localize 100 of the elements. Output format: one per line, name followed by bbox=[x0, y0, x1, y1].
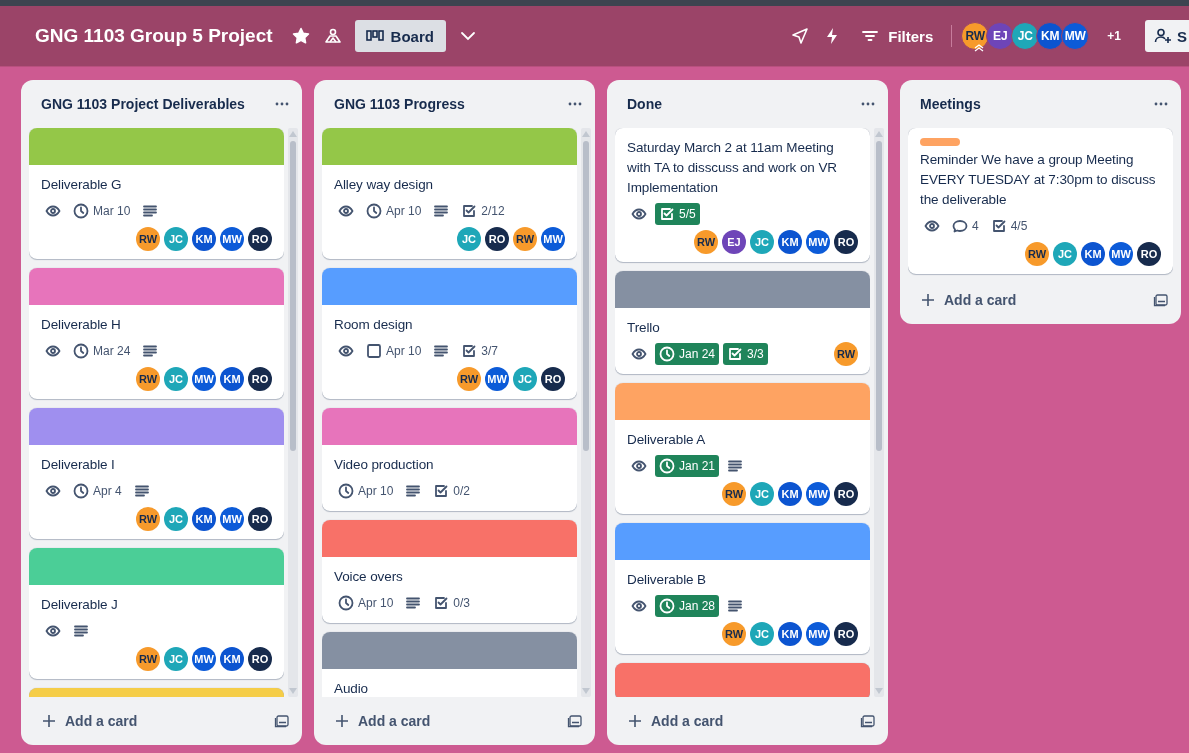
add-card-button[interactable]: Add a card bbox=[330, 709, 435, 733]
card[interactable]: Deliverable J RW JC MW KM RO bbox=[29, 548, 284, 679]
member-avatar[interactable]: RO bbox=[248, 647, 272, 671]
description-icon bbox=[405, 595, 422, 611]
member-avatar[interactable]: RO bbox=[248, 227, 272, 251]
member-avatar[interactable]: RO bbox=[248, 367, 272, 391]
list-title[interactable]: Done bbox=[627, 96, 662, 112]
add-card-button[interactable]: Add a card bbox=[37, 709, 142, 733]
plus-icon bbox=[334, 713, 350, 729]
card[interactable]: Trello Jan 24 3/3 RW bbox=[615, 271, 870, 374]
member-avatar[interactable]: KM bbox=[778, 622, 802, 646]
eye-icon bbox=[45, 623, 61, 639]
member-avatar[interactable]: RO bbox=[485, 227, 509, 251]
due-date-badge: Apr 10 bbox=[334, 480, 398, 502]
paper-plane-icon[interactable] bbox=[790, 26, 811, 46]
card-template-icon[interactable] bbox=[1153, 292, 1169, 308]
member-avatar[interactable]: MW bbox=[485, 367, 509, 391]
member-avatar[interactable]: RW bbox=[136, 227, 160, 251]
eye-icon bbox=[45, 483, 61, 499]
member-avatar[interactable]: MW bbox=[220, 227, 244, 251]
card[interactable]: Saturday March 2 at 11am Meeting with TA to disscuss and work on VR Implementation 5/5 RW EJ JC KM MW RO bbox=[615, 128, 870, 262]
member-avatar[interactable]: MW bbox=[806, 230, 830, 254]
card-title: Deliverable A bbox=[627, 431, 707, 449]
card-template-icon[interactable] bbox=[274, 713, 290, 729]
member-avatar[interactable]: KM bbox=[1036, 22, 1065, 50]
member-avatar[interactable]: RW bbox=[513, 227, 537, 251]
member-avatar[interactable]: MW bbox=[541, 227, 565, 251]
filters-button[interactable]: Filters bbox=[854, 22, 940, 50]
member-avatar[interactable]: KM bbox=[778, 482, 802, 506]
member-avatar[interactable]: RW bbox=[1025, 242, 1049, 266]
member-avatar[interactable]: RO bbox=[248, 507, 272, 531]
member-avatar[interactable]: KM bbox=[778, 230, 802, 254]
member-avatar[interactable]: MW bbox=[806, 622, 830, 646]
member-avatar[interactable]: KM bbox=[192, 507, 216, 531]
eye-icon bbox=[631, 206, 647, 222]
card[interactable]: Deliverable G Mar 10 RW JC KM MW RO bbox=[29, 128, 284, 259]
checklist-badge: 4/5 bbox=[986, 215, 1032, 237]
board-view-button[interactable]: Board bbox=[354, 20, 446, 52]
member-avatar[interactable]: RO bbox=[1137, 242, 1161, 266]
card[interactable]: Alley way design Apr 10 2/12 JC RO RW MW bbox=[322, 128, 577, 259]
card-title: Room design bbox=[334, 316, 414, 334]
card-template-icon[interactable] bbox=[567, 713, 583, 729]
description-icon bbox=[433, 203, 450, 219]
member-avatar[interactable]: MW bbox=[192, 647, 216, 671]
member-avatar[interactable]: RW bbox=[722, 622, 746, 646]
member-avatar[interactable]: EJ bbox=[986, 22, 1015, 50]
plus-icon bbox=[627, 713, 643, 729]
star-icon[interactable] bbox=[290, 26, 311, 46]
member-avatar[interactable]: MW bbox=[220, 507, 244, 531]
member-avatar[interactable]: RW bbox=[136, 647, 160, 671]
list-title[interactable]: GNG 1103 Project Deliverables bbox=[41, 96, 245, 112]
checklist-badge: 0/2 bbox=[429, 480, 475, 502]
add-person-icon bbox=[1153, 26, 1173, 46]
share-button[interactable]: S bbox=[1145, 20, 1189, 52]
member-avatar[interactable]: MW bbox=[1109, 242, 1133, 266]
add-card-button[interactable]: Add a card bbox=[623, 709, 728, 733]
member-avatar[interactable]: RW bbox=[961, 22, 990, 50]
card[interactable]: Room design Apr 10 3/7 RW MW JC RO bbox=[322, 268, 577, 399]
list-title[interactable]: GNG 1103 Progress bbox=[334, 96, 465, 112]
member-avatar[interactable]: RW bbox=[694, 230, 718, 254]
card[interactable]: Voice overs Apr 10 0/3 bbox=[322, 520, 577, 623]
member-avatar[interactable]: KM bbox=[220, 367, 244, 391]
member-avatar[interactable]: KM bbox=[1081, 242, 1105, 266]
card[interactable]: Reminder We have a group Meeting EVERY TUESDAY at 7:30pm to discuss the deliverable 4 4/5 RW JC KM MW RO bbox=[908, 128, 1173, 274]
board-title[interactable]: GNG 1103 Group 5 Project bbox=[35, 25, 273, 47]
people-icon[interactable] bbox=[322, 26, 343, 46]
more-members-count[interactable]: +1 bbox=[1107, 29, 1121, 43]
member-avatar[interactable]: RO bbox=[834, 230, 858, 254]
card[interactable]: Video production Apr 10 0/2 bbox=[322, 408, 577, 511]
member-avatar[interactable]: RW bbox=[136, 367, 160, 391]
card[interactable]: Audio bbox=[322, 632, 577, 697]
member-avatar[interactable]: RW bbox=[834, 342, 858, 366]
card-template-icon[interactable] bbox=[860, 713, 876, 729]
member-avatar[interactable]: RW bbox=[722, 482, 746, 506]
member-avatar[interactable]: MW bbox=[192, 367, 216, 391]
member-avatar[interactable]: KM bbox=[220, 647, 244, 671]
card-title: Trello bbox=[627, 319, 661, 337]
due-date-badge: Jan 28 bbox=[655, 595, 720, 617]
member-avatar[interactable]: MW bbox=[806, 482, 830, 506]
comment-count: 4 bbox=[948, 215, 983, 237]
member-avatar[interactable]: MW bbox=[1061, 22, 1090, 50]
card-title: Deliverable G bbox=[41, 176, 123, 194]
member-avatar[interactable]: KM bbox=[192, 227, 216, 251]
member-avatar[interactable]: RO bbox=[834, 482, 858, 506]
member-avatar[interactable]: RW bbox=[457, 367, 481, 391]
card-title: Video production bbox=[334, 456, 435, 474]
card[interactable]: Deliverable H Mar 24 RW JC MW KM RO bbox=[29, 268, 284, 399]
member-avatar[interactable]: RO bbox=[834, 622, 858, 646]
card[interactable]: Deliverable A Jan 21 RW JC KM MW RO bbox=[615, 383, 870, 514]
list-title[interactable]: Meetings bbox=[920, 96, 981, 112]
member-avatar[interactable]: RW bbox=[136, 507, 160, 531]
member-avatar[interactable]: RO bbox=[541, 367, 565, 391]
plus-icon bbox=[41, 713, 57, 729]
card-title: Alley way design bbox=[334, 176, 434, 194]
card-title: Deliverable J bbox=[41, 596, 119, 614]
card[interactable]: Deliverable B Jan 28 RW JC KM MW RO bbox=[615, 523, 870, 654]
card-title: Reminder We have a group Meeting EVERY TUESDAY at 7:30pm to discuss the deliverable bbox=[920, 151, 1157, 209]
card[interactable]: Deliverable I Apr 4 RW JC KM MW RO bbox=[29, 408, 284, 539]
add-card-button[interactable]: Add a card bbox=[916, 288, 1021, 312]
member-avatar[interactable]: EJ bbox=[722, 230, 746, 254]
